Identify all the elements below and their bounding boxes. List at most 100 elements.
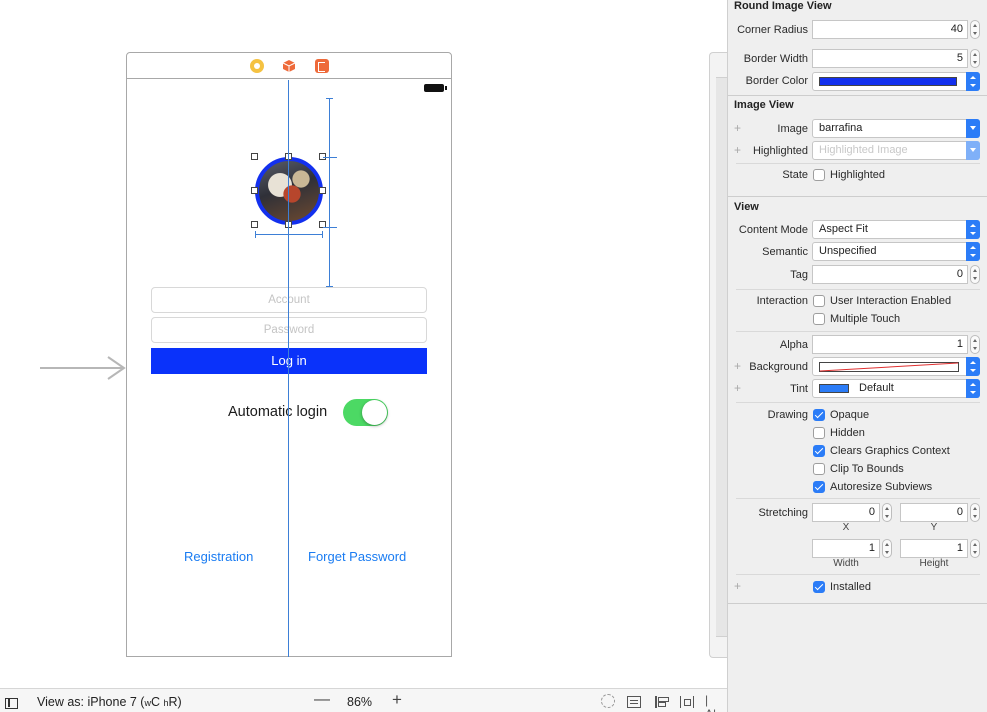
first-responder-icon[interactable] [282,59,296,73]
state-label: State [782,169,808,181]
storyboard-canvas[interactable]: Account Password Log in Automatic login … [0,0,728,688]
align-icon[interactable] [655,696,669,708]
image-combo[interactable]: barrafina [812,119,980,138]
chevron-down-icon[interactable] [966,119,980,138]
stretch-y-field[interactable]: 0 [900,503,968,522]
stretch-x-field[interactable]: 0 [812,503,880,522]
clears-graphics-context-label[interactable]: Clears Graphics Context [830,445,950,457]
alpha-stepper[interactable] [970,335,980,354]
state-highlighted-label[interactable]: Highlighted [830,169,885,181]
clip-to-bounds-checkbox[interactable] [813,463,825,475]
zoom-out-button[interactable]: — [314,691,330,709]
round-image-view-section-title: Round Image View [734,0,832,12]
stretch-width-stepper[interactable] [882,539,892,558]
user-interaction-checkbox[interactable] [813,295,825,307]
image-label: Image [777,123,808,135]
opaque-checkbox[interactable] [813,409,825,421]
user-interaction-label[interactable]: User Interaction Enabled [830,295,951,307]
registration-button[interactable]: Registration [184,549,253,564]
chevron-updown-icon [966,220,980,239]
exit-icon[interactable] [315,59,329,73]
stretch-width-field[interactable]: 1 [812,539,880,558]
background-color-popup[interactable] [812,357,980,376]
tint-color-swatch [819,384,849,393]
add-variation-icon[interactable]: + [734,579,741,593]
semantic-value: Unspecified [819,245,877,257]
view-controller-icon[interactable] [250,59,264,73]
update-frames-icon[interactable] [601,694,615,708]
clear-color-swatch [819,362,959,372]
autoresize-subviews-label[interactable]: Autoresize Subviews [830,481,932,493]
clip-to-bounds-label[interactable]: Clip To Bounds [830,463,904,475]
border-width-label: Border Width [743,53,808,65]
content-mode-popup[interactable]: Aspect Fit [812,220,980,239]
stretch-y-stepper[interactable] [970,503,980,522]
resize-handle[interactable] [251,153,258,160]
chevron-updown-icon [966,242,980,261]
view-as-label: View as: iPhone 7 ( [37,695,145,709]
chevron-down-icon[interactable] [966,141,980,160]
initial-view-controller-arrow-icon[interactable] [40,356,128,380]
adjacent-scene-edge[interactable] [709,52,728,658]
section-divider [728,196,987,197]
login-button[interactable]: Log in [151,348,427,374]
corner-radius-field[interactable]: 40 [812,20,968,39]
corner-radius-label: Corner Radius [737,24,808,36]
multiple-touch-checkbox[interactable] [813,313,825,325]
stretch-height-label: Height [919,558,949,569]
tag-field[interactable]: 0 [812,265,968,284]
scene-dock [127,53,451,79]
resize-handle[interactable] [251,187,258,194]
alpha-field[interactable]: 1 [812,335,968,354]
interaction-label: Interaction [756,295,808,307]
resize-handle[interactable] [319,187,326,194]
hidden-checkbox[interactable] [813,427,825,439]
stretching-label: Stretching [758,507,808,519]
highlighted-image-combo[interactable]: Highlighted Image [812,141,980,160]
state-highlighted-checkbox[interactable] [813,169,825,181]
hidden-label[interactable]: Hidden [830,427,865,439]
installed-label[interactable]: Installed [830,581,871,593]
stretch-x-stepper[interactable] [882,503,892,522]
switch-knob [362,400,387,425]
tint-color-popup[interactable]: Default [812,379,980,398]
forget-password-button[interactable]: Forget Password [308,549,406,564]
corner-radius-stepper[interactable] [970,20,980,39]
automatic-login-switch[interactable] [343,399,388,426]
multiple-touch-label[interactable]: Multiple Touch [830,313,900,325]
document-outline-toggle-icon[interactable] [5,698,18,709]
stretch-height-stepper[interactable] [970,539,980,558]
opaque-label[interactable]: Opaque [830,409,869,421]
battery-icon [424,84,447,92]
account-field[interactable]: Account [151,287,427,313]
stretch-height-field[interactable]: 1 [900,539,968,558]
chevron-updown-icon [966,379,980,398]
password-field[interactable]: Password [151,317,427,343]
view-as-device-button[interactable]: View as: iPhone 7 (wC hR) [37,695,182,709]
clears-graphics-context-checkbox[interactable] [813,445,825,457]
installed-checkbox[interactable] [813,581,825,593]
add-constraints-icon[interactable] [680,696,694,708]
embed-in-stack-icon[interactable] [627,696,641,708]
border-width-field[interactable]: 5 [812,49,968,68]
stretch-y-label: Y [930,522,938,533]
login-scene[interactable]: Account Password Log in Automatic login … [126,52,452,657]
round-image-view[interactable] [255,157,323,225]
constraint-tick [323,157,337,158]
width-constraint[interactable] [255,231,323,238]
automatic-login-label[interactable]: Automatic login [228,404,327,420]
semantic-popup[interactable]: Unspecified [812,242,980,261]
image-value: barrafina [819,122,863,134]
vertical-constraint[interactable] [326,98,333,287]
row-divider [736,498,980,499]
autoresize-subviews-checkbox[interactable] [813,481,825,493]
zoom-in-button[interactable]: + [392,690,402,710]
tint-label: Tint [790,383,808,395]
border-color-popup[interactable] [812,72,980,91]
resolve-auto-layout-icon[interactable] [705,693,719,712]
height-class-value: R [168,695,178,709]
tag-stepper[interactable] [970,265,980,284]
resize-handle[interactable] [251,221,258,228]
constraint-tick [323,227,337,228]
border-width-stepper[interactable] [970,49,980,68]
